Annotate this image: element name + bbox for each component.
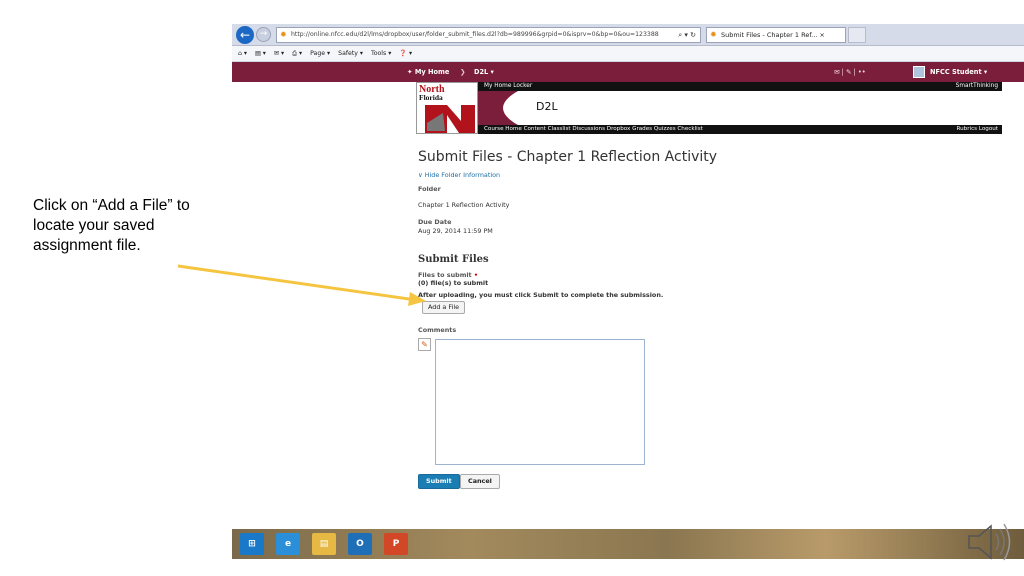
slide: Click on “Add a File” to locate your sav… <box>0 0 1024 576</box>
callout-arrow-icon <box>177 264 426 306</box>
speaker-audio-icon[interactable] <box>963 518 1013 566</box>
